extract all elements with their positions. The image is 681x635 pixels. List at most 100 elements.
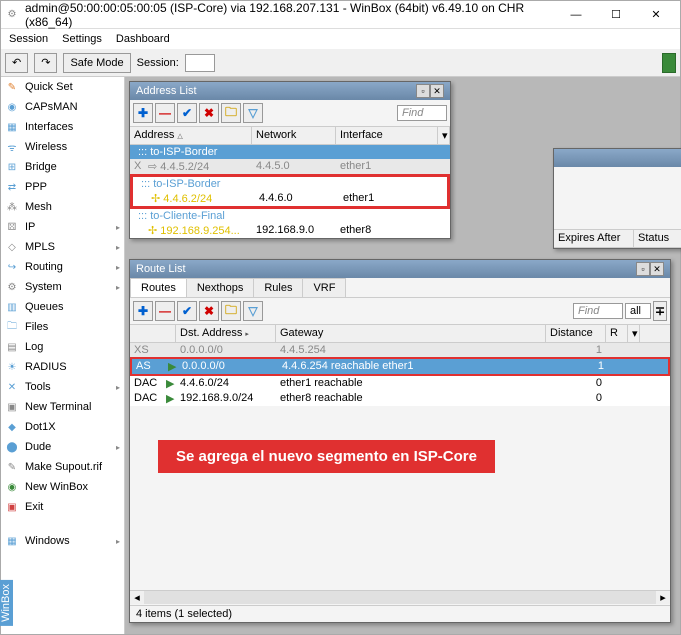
route-dst: 4.4.6.0/24: [176, 376, 276, 391]
addr-close-button[interactable]: ✕: [430, 84, 444, 98]
sidebar-item-ppp[interactable]: ⇄ PPP: [1, 177, 124, 197]
submenu-arrow-icon: ▸: [116, 243, 120, 252]
sidebar-label: Exit: [25, 501, 43, 513]
addr-minimize-button[interactable]: ▫: [416, 84, 430, 98]
menu-settings[interactable]: Settings: [62, 33, 102, 45]
route-all-dropdown-arrow[interactable]: ∓: [653, 301, 667, 321]
route-enable-button[interactable]: ✔: [177, 301, 197, 321]
sidebar-item-system[interactable]: ⚙System▸: [1, 277, 124, 297]
route-all-dropdown[interactable]: all: [625, 303, 651, 319]
annotation-text: Se agrega el nuevo segmento en ISP-Core: [158, 440, 495, 473]
route-dst: 0.0.0.0/0: [178, 359, 278, 374]
sidebar-item-capsman[interactable]: ◉CAPsMAN: [1, 97, 124, 117]
sidebar-item-dot1x[interactable]: ◆Dot1X: [1, 417, 124, 437]
col-address[interactable]: Address: [134, 129, 174, 141]
col-interface[interactable]: Interface: [336, 127, 438, 144]
route-arrow-icon: ▶: [164, 359, 178, 374]
route-row[interactable]: XS0.0.0.0/04.4.5.2541: [130, 343, 670, 357]
net-cell-hl: 4.4.6.0: [255, 191, 339, 206]
route-find-input[interactable]: Find: [573, 303, 623, 319]
route-remove-button[interactable]: —: [155, 301, 175, 321]
col-status[interactable]: Status: [634, 230, 681, 247]
sidebar-item-mesh[interactable]: ⁂Mesh: [1, 197, 124, 217]
route-close-button[interactable]: ✕: [650, 262, 664, 276]
ppp-icon: ⇄: [5, 180, 19, 194]
addr-row-3[interactable]: ✢ 192.168.9.254... 192.168.9.0 ether8: [130, 223, 450, 238]
sidebar-item-queues[interactable]: ▥Queues: [1, 297, 124, 317]
addr-row-highlighted[interactable]: ✢ 4.4.6.2/24 4.4.6.0 ether1: [133, 191, 447, 206]
route-disable-button[interactable]: ✖: [199, 301, 219, 321]
safe-mode-button[interactable]: Safe Mode: [63, 53, 130, 73]
sidebar-item-make-supout-rif[interactable]: ✎Make Supout.rif: [1, 457, 124, 477]
route-row[interactable]: AS▶0.0.0.0/04.4.6.254 reachable ether11: [130, 357, 670, 376]
route-minimize-button[interactable]: ▫: [636, 262, 650, 276]
sidebar-item-bridge[interactable]: ⊞Bridge: [1, 157, 124, 177]
iface-cell-hl: ether1: [339, 191, 378, 206]
col-distance[interactable]: Distance: [546, 325, 606, 342]
sidebar-item-dude[interactable]: ⬤Dude▸: [1, 437, 124, 457]
route-comment-button[interactable]: 🗀: [221, 301, 241, 321]
route-row[interactable]: DAC▶4.4.6.0/24ether1 reachable0: [130, 376, 670, 391]
section-to-isp-border-2[interactable]: ::: to-ISP-Border: [133, 177, 447, 191]
close-button[interactable]: ✕: [636, 2, 676, 28]
col-dst[interactable]: Dst. Address: [180, 327, 242, 339]
session-input[interactable]: [185, 54, 215, 72]
tab-rules[interactable]: Rules: [253, 278, 303, 297]
minimize-button[interactable]: —: [556, 2, 596, 28]
sidebar-label: PPP: [25, 181, 47, 193]
addr-row-disabled[interactable]: X ⇨ 4.4.5.2/24 4.4.5.0 ether1: [130, 159, 450, 174]
section-to-isp-border-1[interactable]: ::: to-ISP-Border: [130, 145, 450, 159]
col-expires[interactable]: Expires After: [554, 230, 634, 247]
interfaces-icon: ▦: [5, 120, 19, 134]
disable-button[interactable]: ✖: [199, 103, 219, 123]
route-row[interactable]: DAC▶192.168.9.0/24ether8 reachable0: [130, 391, 670, 406]
addr-cell: ⇨ 4.4.5.2/24: [144, 159, 252, 174]
comment-button[interactable]: 🗀: [221, 103, 241, 123]
menu-dashboard[interactable]: Dashboard: [116, 33, 170, 45]
radius-icon: ☀: [5, 360, 19, 374]
route-flag: DAC: [130, 376, 162, 391]
sidebar-item-new-winbox[interactable]: ◉New WinBox: [1, 477, 124, 497]
route-add-button[interactable]: ✚: [133, 301, 153, 321]
route-col-dropdown[interactable]: ▾: [628, 325, 640, 342]
back-button[interactable]: ↶: [5, 53, 28, 73]
maximize-button[interactable]: ☐: [596, 2, 636, 28]
tab-vrf[interactable]: VRF: [302, 278, 346, 297]
scroll-right-button[interactable]: ▸: [656, 591, 670, 604]
col-network[interactable]: Network: [252, 127, 336, 144]
new-winbox-icon: ◉: [5, 480, 19, 494]
filter-button[interactable]: ▽: [243, 103, 263, 123]
forward-button[interactable]: ↷: [34, 53, 57, 73]
menu-session[interactable]: Session: [9, 33, 48, 45]
route-gateway: ether8 reachable: [276, 391, 546, 406]
sidebar-item-windows[interactable]: ▦Windows▸: [1, 531, 124, 551]
route-distance: 0: [546, 376, 606, 391]
submenu-arrow-icon: ▸: [116, 537, 120, 546]
sidebar-item-exit[interactable]: ▣Exit: [1, 497, 124, 517]
addr-col-dropdown[interactable]: ▾: [438, 127, 450, 144]
tab-nexthops[interactable]: Nexthops: [186, 278, 254, 297]
scroll-left-button[interactable]: ◂: [130, 591, 144, 604]
sidebar-item-files[interactable]: 🗀Files: [1, 317, 124, 337]
remove-button[interactable]: —: [155, 103, 175, 123]
sidebar-item-tools[interactable]: ✕Tools▸: [1, 377, 124, 397]
add-button[interactable]: ✚: [133, 103, 153, 123]
horizontal-scrollbar[interactable]: [144, 591, 656, 604]
enable-button[interactable]: ✔: [177, 103, 197, 123]
col-gateway[interactable]: Gateway: [276, 325, 546, 342]
sidebar-item-routing[interactable]: ↪Routing▸: [1, 257, 124, 277]
sidebar-item-mpls[interactable]: ◇MPLS▸: [1, 237, 124, 257]
section-to-cliente-final[interactable]: ::: to-Cliente-Final: [130, 209, 450, 223]
addr-find-input[interactable]: Find: [397, 105, 447, 121]
background-window: ▫ ✕ Find Expires After Status ▾: [553, 148, 681, 249]
tab-routes[interactable]: Routes: [130, 278, 187, 297]
sidebar-item-new-terminal[interactable]: ▣New Terminal: [1, 397, 124, 417]
col-r[interactable]: R: [606, 325, 628, 342]
sidebar-item-wireless[interactable]: ᯤWireless: [1, 137, 124, 157]
sidebar-item-ip[interactable]: ⚄IP▸: [1, 217, 124, 237]
sidebar-item-radius[interactable]: ☀RADIUS: [1, 357, 124, 377]
sidebar-item-interfaces[interactable]: ▦Interfaces: [1, 117, 124, 137]
route-filter-button[interactable]: ▽: [243, 301, 263, 321]
sidebar-item-log[interactable]: ▤Log: [1, 337, 124, 357]
sidebar-item-quick-set[interactable]: ✎Quick Set: [1, 77, 124, 97]
